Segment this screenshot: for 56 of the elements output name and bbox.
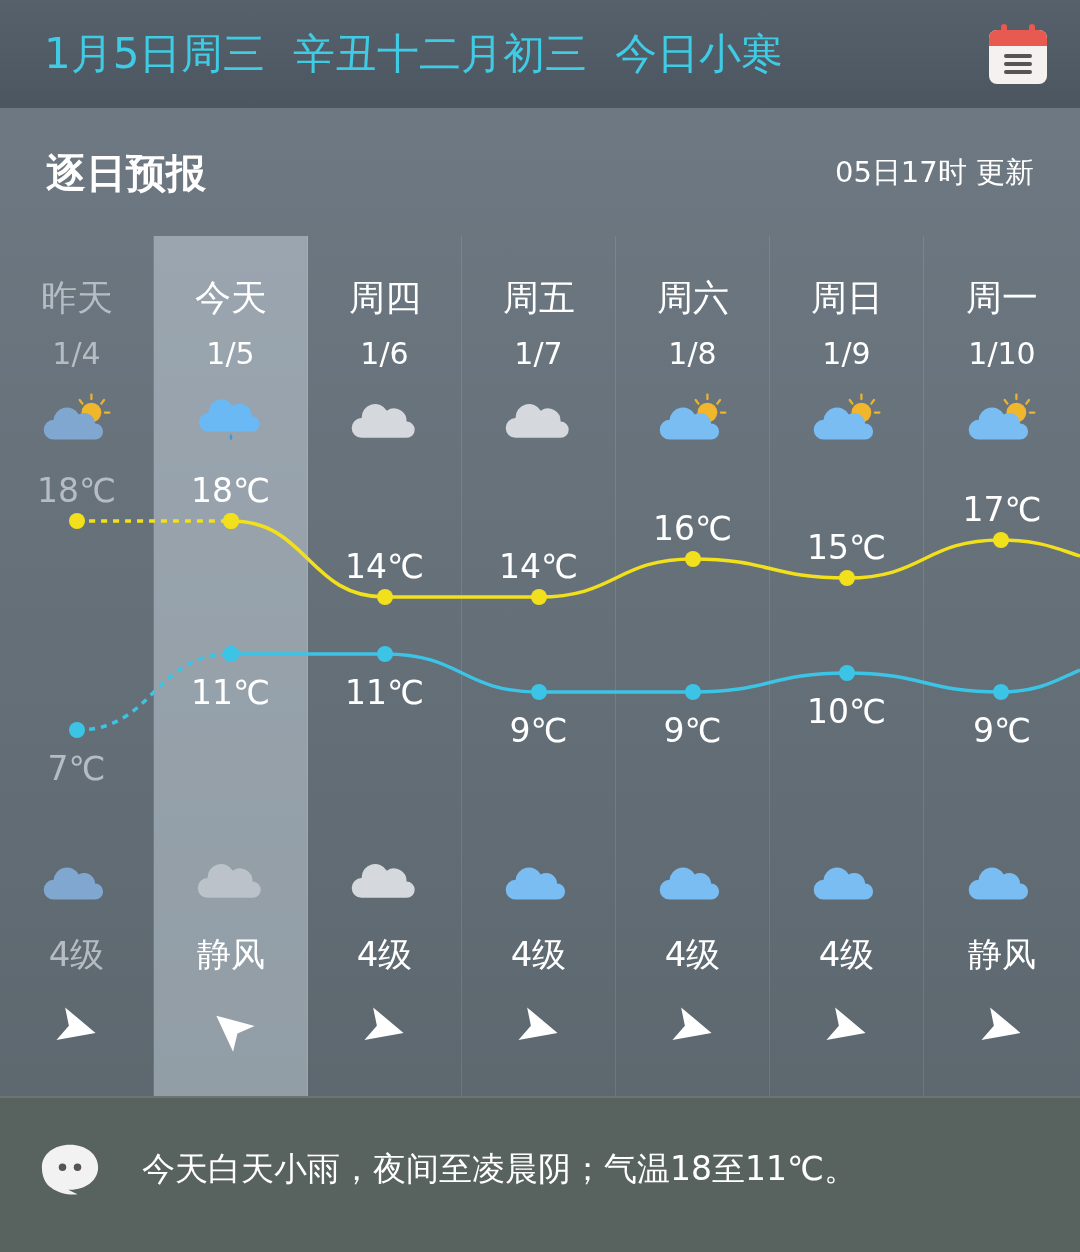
temperature-label: 9℃ [662, 710, 723, 752]
day-date: 1/8 [668, 335, 717, 373]
data-point [993, 532, 1009, 548]
data-point [377, 646, 393, 662]
wind-level: 静风 [196, 933, 265, 976]
day-name: 昨天 [40, 276, 113, 320]
day-name: 今天 [194, 276, 267, 320]
day-date: 1/5 [206, 335, 255, 373]
temperature-label: 11℃ [343, 672, 426, 714]
update-time: 05日17时 更新 [834, 154, 1034, 191]
temperature-label: 9℃ [508, 710, 569, 752]
day-name: 周四 [348, 276, 421, 320]
weather-summary: 今天白天小雨，夜间至凌晨阴；气温18至11℃。 [142, 1147, 858, 1190]
wind-level: 4级 [510, 933, 567, 976]
wind-level: 4级 [48, 933, 105, 976]
wind-level: 4级 [818, 933, 875, 976]
temperature-label: 11℃ [189, 672, 272, 714]
day-date: 1/10 [968, 335, 1036, 373]
data-point [69, 722, 85, 738]
data-point [993, 684, 1009, 700]
temperature-label: 16℃ [651, 508, 734, 550]
temperature-label: 15℃ [805, 527, 888, 569]
solar-term: 今日小寒 [615, 28, 784, 80]
wind-level: 静风 [968, 933, 1036, 976]
temperature-label: 14℃ [343, 546, 426, 588]
day-date: 1/4 [52, 335, 101, 373]
data-point [531, 589, 547, 605]
temperature-label: 7℃ [46, 748, 107, 790]
day-name: 周日 [810, 276, 883, 320]
day-date: 1/7 [514, 335, 563, 373]
calendar-icon[interactable] [986, 22, 1050, 86]
chat-bubble-icon [40, 1142, 100, 1196]
temperature-label: 9℃ [971, 710, 1033, 752]
day-name: 周一 [966, 276, 1038, 320]
temperature-label: 17℃ [961, 489, 1043, 531]
data-point [839, 665, 855, 681]
data-point [685, 551, 701, 567]
section-title: 逐日预报 [46, 148, 206, 198]
data-point [377, 589, 393, 605]
day-date: 1/9 [822, 335, 871, 373]
day-date: 1/6 [360, 335, 409, 373]
wind-level: 4级 [664, 933, 721, 976]
day-name: 周六 [656, 276, 729, 320]
data-point [839, 570, 855, 586]
temperature-label: 10℃ [805, 691, 888, 733]
day-column[interactable]: 周一 1/10 17℃ 9℃ 静风 [924, 236, 1080, 1096]
lunar-date: 辛丑十二月初三 [293, 28, 588, 80]
temperature-label: 14℃ [497, 546, 580, 588]
temperature-label: 18℃ [35, 470, 118, 512]
solar-date: 1月5日周三 [44, 28, 266, 80]
data-point [69, 513, 85, 529]
temperature-label: 18℃ [189, 470, 272, 512]
data-point [685, 684, 701, 700]
day-name: 周五 [502, 276, 575, 320]
wind-level: 4级 [356, 933, 413, 976]
data-point [531, 684, 547, 700]
